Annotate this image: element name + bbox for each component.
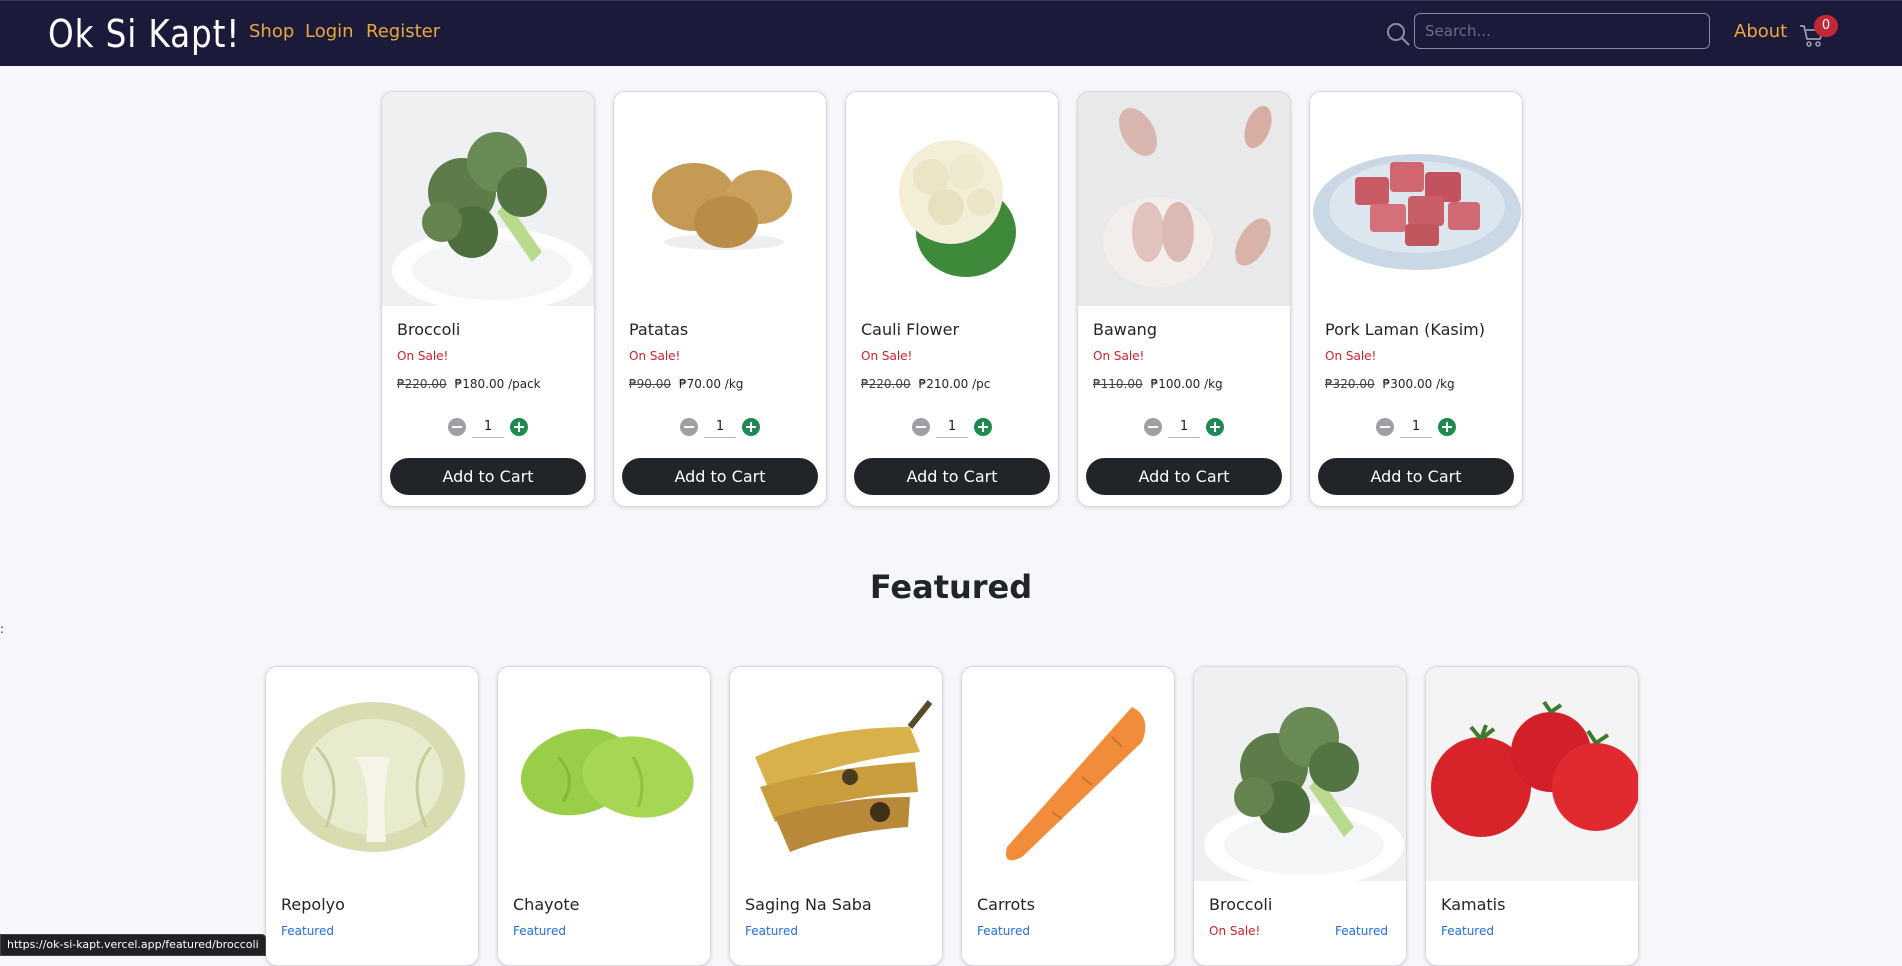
- quantity-stepper: [448, 416, 532, 440]
- add-to-cart-button[interactable]: Add to Cart: [622, 458, 818, 495]
- add-to-cart-button[interactable]: Add to Cart: [1086, 458, 1282, 495]
- minus-icon[interactable]: [448, 418, 466, 436]
- quantity-stepper: [680, 416, 764, 440]
- garlic-image[interactable]: [1078, 92, 1290, 306]
- featured-card: Chayote Featured: [497, 666, 711, 966]
- nav-link-shop[interactable]: Shop: [249, 21, 294, 42]
- on-sale-label: On Sale!: [629, 349, 681, 363]
- featured-card: Broccoli On Sale! Featured: [1193, 666, 1407, 966]
- old-price: ₱320.00: [1325, 377, 1375, 391]
- product-name[interactable]: Pork Laman (Kasim): [1325, 320, 1485, 339]
- featured-label: Featured: [513, 924, 566, 938]
- featured-card: Kamatis Featured: [1425, 666, 1639, 966]
- status-bar-url: https://ok-si-kapt.vercel.app/featured/b…: [0, 934, 266, 956]
- featured-label: Featured: [977, 924, 1030, 938]
- pork-image[interactable]: [1310, 92, 1522, 306]
- quantity-input[interactable]: [936, 416, 968, 438]
- on-sale-label: On Sale!: [397, 349, 449, 363]
- old-price: ₱110.00: [1093, 377, 1143, 391]
- stray-text: :: [0, 622, 5, 636]
- product-price: ₱90.00 ₱70.00 /kg: [629, 377, 743, 391]
- navbar: Ok Si Kapt! Shop Login Register About 0: [0, 0, 1902, 66]
- product-name[interactable]: Chayote: [513, 895, 580, 914]
- product-price: ₱110.00 ₱100.00 /kg: [1093, 377, 1223, 391]
- quantity-stepper: [1144, 416, 1228, 440]
- potatoes-image[interactable]: [614, 92, 826, 306]
- product-card: Cauli Flower On Sale! ₱220.00 ₱210.00 /pc…: [845, 91, 1059, 507]
- product-name[interactable]: Carrots: [977, 895, 1035, 914]
- quantity-input[interactable]: [472, 416, 504, 438]
- broccoli-image[interactable]: [1194, 667, 1406, 881]
- search-input[interactable]: [1414, 13, 1710, 49]
- minus-icon[interactable]: [1376, 418, 1394, 436]
- add-to-cart-button[interactable]: Add to Cart: [1318, 458, 1514, 495]
- featured-heading: Featured: [869, 568, 1033, 606]
- old-price: ₱220.00: [861, 377, 911, 391]
- current-price: ₱100.00 /kg: [1150, 377, 1223, 391]
- carrot-image[interactable]: [962, 667, 1174, 881]
- add-to-cart-button[interactable]: Add to Cart: [854, 458, 1050, 495]
- plus-icon[interactable]: [974, 418, 992, 436]
- nav-link-register[interactable]: Register: [366, 21, 440, 42]
- banana-image[interactable]: [730, 667, 942, 881]
- product-card: Bawang On Sale! ₱110.00 ₱100.00 /kg Add t…: [1077, 91, 1291, 507]
- quantity-input[interactable]: [704, 416, 736, 438]
- product-price: ₱320.00 ₱300.00 /kg: [1325, 377, 1455, 391]
- search-icon[interactable]: [1384, 20, 1412, 48]
- nav-link-about[interactable]: About: [1734, 21, 1787, 42]
- product-price: ₱220.00 ₱180.00 /pack: [397, 377, 541, 391]
- plus-icon[interactable]: [742, 418, 760, 436]
- cauliflower-image[interactable]: [846, 92, 1058, 306]
- old-price: ₱90.00: [629, 377, 671, 391]
- plus-icon[interactable]: [1206, 418, 1224, 436]
- featured-label: Featured: [1441, 924, 1494, 938]
- product-name[interactable]: Broccoli: [1209, 895, 1272, 914]
- product-name[interactable]: Bawang: [1093, 320, 1157, 339]
- on-sale-label: On Sale!: [1093, 349, 1145, 363]
- nav-link-login[interactable]: Login: [305, 21, 354, 42]
- minus-icon[interactable]: [680, 418, 698, 436]
- brand-logo[interactable]: Ok Si Kapt!: [48, 9, 240, 59]
- product-name[interactable]: Kamatis: [1441, 895, 1505, 914]
- cabbage-image[interactable]: [266, 667, 478, 881]
- quantity-input[interactable]: [1168, 416, 1200, 438]
- plus-icon[interactable]: [510, 418, 528, 436]
- featured-label: Featured: [1335, 924, 1388, 938]
- product-name[interactable]: Cauli Flower: [861, 320, 959, 339]
- product-name[interactable]: Repolyo: [281, 895, 345, 914]
- quantity-input[interactable]: [1400, 416, 1432, 438]
- minus-icon[interactable]: [912, 418, 930, 436]
- featured-card: Saging Na Saba Featured: [729, 666, 943, 966]
- product-price: ₱220.00 ₱210.00 /pc: [861, 377, 990, 391]
- quantity-stepper: [912, 416, 996, 440]
- cart-count-badge: 0: [1814, 15, 1838, 37]
- featured-label: Featured: [745, 924, 798, 938]
- featured-card: Repolyo Featured: [265, 666, 479, 966]
- product-name[interactable]: Broccoli: [397, 320, 460, 339]
- on-sale-label: On Sale!: [1209, 924, 1261, 938]
- quantity-stepper: [1376, 416, 1460, 440]
- on-sale-label: On Sale!: [1325, 349, 1377, 363]
- tomato-image[interactable]: [1426, 667, 1638, 881]
- featured-card: Carrots Featured: [961, 666, 1175, 966]
- product-name[interactable]: Saging Na Saba: [745, 895, 872, 914]
- current-price: ₱210.00 /pc: [918, 377, 991, 391]
- on-sale-label: On Sale!: [861, 349, 913, 363]
- product-card: Pork Laman (Kasim) On Sale! ₱320.00 ₱300.…: [1309, 91, 1523, 507]
- minus-icon[interactable]: [1144, 418, 1162, 436]
- old-price: ₱220.00: [397, 377, 447, 391]
- product-card: Patatas On Sale! ₱90.00 ₱70.00 /kg Add to…: [613, 91, 827, 507]
- broccoli-image[interactable]: [382, 92, 594, 306]
- current-price: ₱180.00 /pack: [454, 377, 541, 391]
- product-name[interactable]: Patatas: [629, 320, 688, 339]
- plus-icon[interactable]: [1438, 418, 1456, 436]
- chayote-image[interactable]: [498, 667, 710, 881]
- product-card: Broccoli On Sale! ₱220.00 ₱180.00 /pack A…: [381, 91, 595, 507]
- add-to-cart-button[interactable]: Add to Cart: [390, 458, 586, 495]
- current-price: ₱70.00 /kg: [679, 377, 744, 391]
- current-price: ₱300.00 /kg: [1382, 377, 1455, 391]
- featured-label: Featured: [281, 924, 334, 938]
